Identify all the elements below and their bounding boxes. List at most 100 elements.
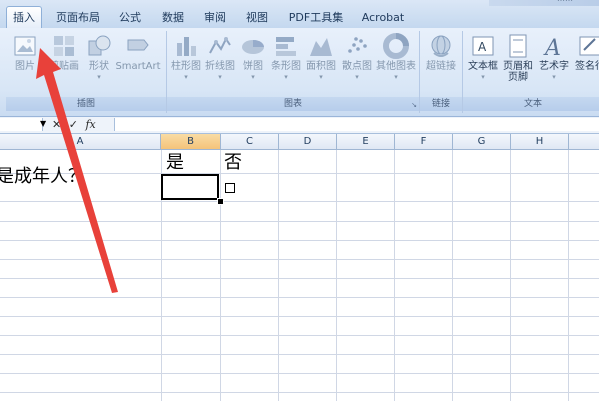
cell-c1[interactable]: 否 <box>224 152 242 174</box>
formula-bar: ▼ ✕ ✓ fx <box>0 117 599 134</box>
wordart-dropdown-icon: ▾ <box>552 73 556 81</box>
gridline <box>394 150 395 401</box>
picture-button[interactable]: 图片 <box>10 33 40 95</box>
wordart-icon: A <box>543 36 561 59</box>
bar-chart-icon <box>276 37 296 56</box>
other-charts-button[interactable]: 其他图表 ▾ <box>375 33 417 95</box>
gridline <box>278 150 279 401</box>
tab-data[interactable]: 数据 <box>158 7 188 28</box>
cell-b1[interactable]: 是 <box>166 152 184 174</box>
shapes-button[interactable]: 形状 ▾ <box>84 33 114 95</box>
tab-pdf-tools[interactable]: PDF工具集 <box>286 7 346 28</box>
tab-review[interactable]: 审阅 <box>200 7 230 28</box>
gridline <box>452 150 453 401</box>
tab-acrobat[interactable]: Acrobat <box>358 7 408 28</box>
scatter-chart-dropdown-icon: ▾ <box>355 73 359 81</box>
area-chart-dropdown-icon: ▾ <box>319 73 323 81</box>
insert-function-icon[interactable]: fx <box>85 117 95 133</box>
column-header-d[interactable]: D <box>279 134 337 150</box>
scatter-chart-label: 散点图 <box>342 61 372 72</box>
formula-buttons: ✕ ✓ fx <box>52 117 100 133</box>
column-chart-icon <box>177 37 196 56</box>
active-cell-b2[interactable] <box>161 174 219 200</box>
group-charts: 柱形图 ▾ 折线图 ▾ 饼图 ▾ 条形图 ▾ 面积图 ▾ 散点图 ▾ 其他图表 … <box>167 31 420 113</box>
shapes-dropdown-icon: ▾ <box>97 73 101 81</box>
smartart-label: SmartArt <box>115 61 161 72</box>
column-header-g[interactable]: G <box>453 134 511 150</box>
links-group-label: 链接 <box>420 97 462 111</box>
pie-chart-button[interactable]: 饼图 ▾ <box>237 33 269 95</box>
signature-line-icon <box>579 36 599 56</box>
cell-a2[interactable]: 是成年人？ <box>0 166 86 188</box>
tab-view[interactable]: 视图 <box>242 7 272 28</box>
tab-formulas[interactable]: 公式 <box>114 7 146 28</box>
column-header-a[interactable]: A <box>0 134 161 150</box>
gridline <box>220 150 221 401</box>
title-strip: …… <box>489 0 599 6</box>
column-header-f[interactable]: F <box>395 134 453 150</box>
column-header-c[interactable]: C <box>221 134 279 150</box>
bar-chart-dropdown-icon: ▾ <box>284 73 288 81</box>
scatter-chart-button[interactable]: 散点图 ▾ <box>339 33 375 95</box>
clipart-icon <box>54 36 74 56</box>
area-chart-button[interactable]: 面积图 ▾ <box>303 33 339 95</box>
shapes-label: 形状 <box>89 61 109 72</box>
gridline <box>0 373 599 374</box>
gridline <box>568 150 569 401</box>
tab-page-layout[interactable]: 页面布局 <box>52 7 104 28</box>
header-footer-button[interactable]: 页眉和 页脚 <box>501 33 535 95</box>
header-footer-label: 页眉和 页脚 <box>503 61 533 83</box>
picture-icon <box>14 36 36 56</box>
bar-chart-label: 条形图 <box>271 61 301 72</box>
tab-insert[interactable]: 插入 <box>6 6 42 28</box>
name-box-dropdown-icon[interactable]: ▼ <box>40 119 46 128</box>
group-text: A 文本框 ▾ 页眉和 页脚 A 艺术字 ▾ 签名 文本 <box>463 31 599 113</box>
hyperlink-icon <box>431 35 451 57</box>
confirm-entry-icon[interactable]: ✓ <box>69 117 78 133</box>
other-charts-label: 其他图表 <box>376 61 416 72</box>
gridline <box>0 173 599 174</box>
smartart-button[interactable]: SmartArt <box>114 33 162 95</box>
column-header-i[interactable] <box>569 134 599 150</box>
bar-chart-button[interactable]: 条形图 ▾ <box>269 33 303 95</box>
gridline <box>0 278 599 279</box>
charts-dialog-launcher-icon[interactable]: ↘ <box>411 101 417 109</box>
smartart-icon <box>127 39 149 51</box>
line-chart-icon <box>209 37 231 54</box>
hyperlink-button[interactable]: 超链接 <box>422 33 460 95</box>
other-charts-dropdown-icon: ▾ <box>394 73 398 81</box>
signature-line-button[interactable]: 签名行 <box>573 33 599 95</box>
textbox-label: 文本框 <box>468 61 498 72</box>
name-box[interactable] <box>0 118 43 131</box>
svg-text:A: A <box>543 36 561 59</box>
excel-window: …… 插入 页面布局 公式 数据 审阅 视图 PDF工具集 Acrobat 图片 <box>0 0 599 401</box>
gridline <box>0 392 599 393</box>
pie-chart-label: 饼图 <box>243 61 263 72</box>
textbox-button[interactable]: A 文本框 ▾ <box>467 33 499 95</box>
column-chart-button[interactable]: 柱形图 ▾ <box>169 33 203 95</box>
cancel-entry-icon[interactable]: ✕ <box>52 117 61 133</box>
gridline <box>0 354 599 355</box>
area-chart-icon <box>310 38 332 56</box>
line-chart-dropdown-icon: ▾ <box>218 73 222 81</box>
column-header-h[interactable]: H <box>511 134 569 150</box>
fill-handle[interactable] <box>217 198 224 205</box>
gridline <box>0 335 599 336</box>
textbox-dropdown-icon: ▾ <box>481 73 485 81</box>
formula-input[interactable] <box>114 118 599 131</box>
line-chart-button[interactable]: 折线图 ▾ <box>203 33 237 95</box>
pie-chart-icon <box>242 40 264 54</box>
wordart-button[interactable]: A 艺术字 ▾ <box>537 33 571 95</box>
gridline <box>0 297 599 298</box>
group-illustrations: 图片 剪贴画 形状 ▾ SmartArt 插图 <box>6 31 167 113</box>
checkbox-c2[interactable] <box>225 183 235 193</box>
doughnut-chart-icon <box>383 33 409 59</box>
column-header-e[interactable]: E <box>337 134 395 150</box>
column-chart-label: 柱形图 <box>171 61 201 72</box>
column-header-b[interactable]: B <box>161 134 221 150</box>
ribbon: 图片 剪贴画 形状 ▾ SmartArt 插图 柱形图 ▾ 折线图 ▾ 饼图 ▾… <box>0 28 599 117</box>
clipart-button[interactable]: 剪贴画 <box>44 33 84 95</box>
signature-line-label: 签名行 <box>575 61 599 72</box>
gridline <box>510 150 511 401</box>
wordart-label: 艺术字 <box>539 61 569 72</box>
